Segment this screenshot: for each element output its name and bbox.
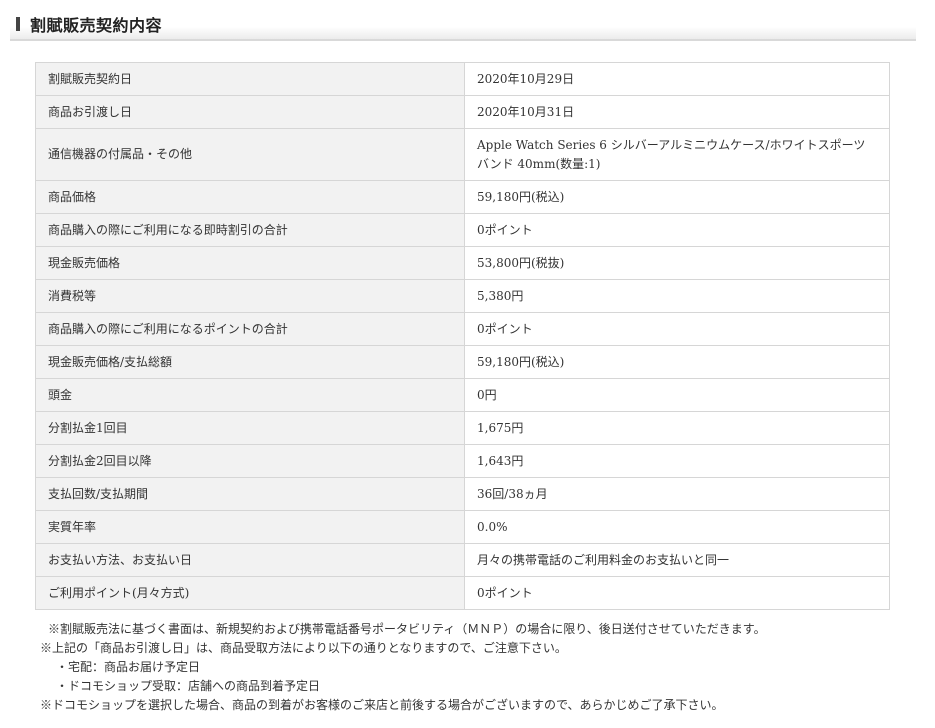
row-value: 2020年10月29日: [464, 62, 890, 96]
section-title: 割賦販売契約内容: [30, 16, 163, 35]
row-label: 現金販売価格/支払総額: [35, 345, 465, 379]
note-home-delivery: ・宅配：商品お届け予定日: [56, 660, 201, 674]
table-row: 通信機器の付属品・その他 Apple Watch Series 6 シルバーアルミ…: [35, 128, 890, 181]
row-label: 商品購入の際にご利用になる即時割引の合計: [35, 213, 465, 247]
row-value: 1,643円: [464, 444, 890, 478]
row-label: 割賦販売契約日: [35, 62, 465, 96]
row-label: 分割払金2回目以降: [35, 444, 465, 478]
contract-details-table: 割賦販売契約日 2020年10月29日 商品お引渡し日 2020年10月31日 通信…: [35, 62, 890, 610]
row-value: 1,675円: [464, 411, 890, 445]
table-row: 商品お引渡し日 2020年10月31日: [35, 95, 890, 129]
row-label: 頭金: [35, 378, 465, 412]
row-value: 59,180円(税込): [464, 345, 890, 379]
table-row: 分割払金2回目以降 1,643円: [35, 444, 890, 478]
row-label: 商品購入の際にご利用になるポイントの合計: [35, 312, 465, 346]
table-row: 商品価格 59,180円(税込): [35, 180, 890, 214]
note-mail-notice: ※割賦販売法に基づく書面は、新規契約および携帯電話番号ポータビリティ（ＭＮＰ）の…: [48, 622, 766, 636]
row-label: 商品価格: [35, 180, 465, 214]
row-value: 月々の携帯電話のご利用料金のお支払いと同一: [464, 543, 890, 577]
row-value: 0円: [464, 378, 890, 412]
row-value: 59,180円(税込): [464, 180, 890, 214]
row-value: 0.0%: [464, 510, 890, 544]
row-label: 現金販売価格: [35, 246, 465, 280]
table-row: 支払回数/支払期間 36回/38ヵ月: [35, 477, 890, 511]
table-row: 現金販売価格/支払総額 59,180円(税込): [35, 345, 890, 379]
table-row: 実質年率 0.0%: [35, 510, 890, 544]
table-row: 商品購入の際にご利用になるポイントの合計 0ポイント: [35, 312, 890, 346]
header-bar-marker: [16, 17, 20, 31]
table-row: 割賦販売契約日 2020年10月29日: [35, 62, 890, 96]
row-label: 通信機器の付属品・その他: [35, 128, 465, 181]
table-row: 商品購入の際にご利用になる即時割引の合計 0ポイント: [35, 213, 890, 247]
note-delivery-date: ※上記の「商品お引渡し日」は、商品受取方法により以下の通りとなりますので、ご注意…: [40, 641, 567, 655]
row-label: 商品お引渡し日: [35, 95, 465, 129]
table-row: 頭金 0円: [35, 378, 890, 412]
table-row: お支払い方法、お支払い日 月々の携帯電話のご利用料金のお支払いと同一: [35, 543, 890, 577]
row-value: 53,800円(税抜): [464, 246, 890, 280]
row-label: お支払い方法、お支払い日: [35, 543, 465, 577]
table-row: 現金販売価格 53,800円(税抜): [35, 246, 890, 280]
note-shop-pickup: ・ドコモショップ受取：店舗への商品到着予定日: [56, 679, 321, 693]
row-label: 消費税等: [35, 279, 465, 313]
table-row: 分割払金1回目 1,675円: [35, 411, 890, 445]
row-value: Apple Watch Series 6 シルバーアルミニウムケース/ホワイトス…: [464, 128, 890, 181]
row-value: 0ポイント: [464, 312, 890, 346]
row-label: ご利用ポイント(月々方式): [35, 576, 465, 610]
notes-section: ※割賦販売法に基づく書面は、新規契約および携帯電話番号ポータビリティ（ＭＮＰ）の…: [40, 620, 910, 715]
row-label: 分割払金1回目: [35, 411, 465, 445]
table-row: 消費税等 5,380円: [35, 279, 890, 313]
row-label: 支払回数/支払期間: [35, 477, 465, 511]
row-value: 0ポイント: [464, 213, 890, 247]
row-value: 0ポイント: [464, 576, 890, 610]
row-value: 2020年10月31日: [464, 95, 890, 129]
row-value: 36回/38ヵ月: [464, 477, 890, 511]
row-value: 5,380円: [464, 279, 890, 313]
note-shop-timing: ※ドコモショップを選択した場合、商品の到着がお客様のご来店と前後する場合がござい…: [40, 698, 724, 712]
row-label: 実質年率: [35, 510, 465, 544]
section-header: 割賦販売契約内容: [10, 8, 916, 41]
table-row: ご利用ポイント(月々方式) 0ポイント: [35, 576, 890, 610]
